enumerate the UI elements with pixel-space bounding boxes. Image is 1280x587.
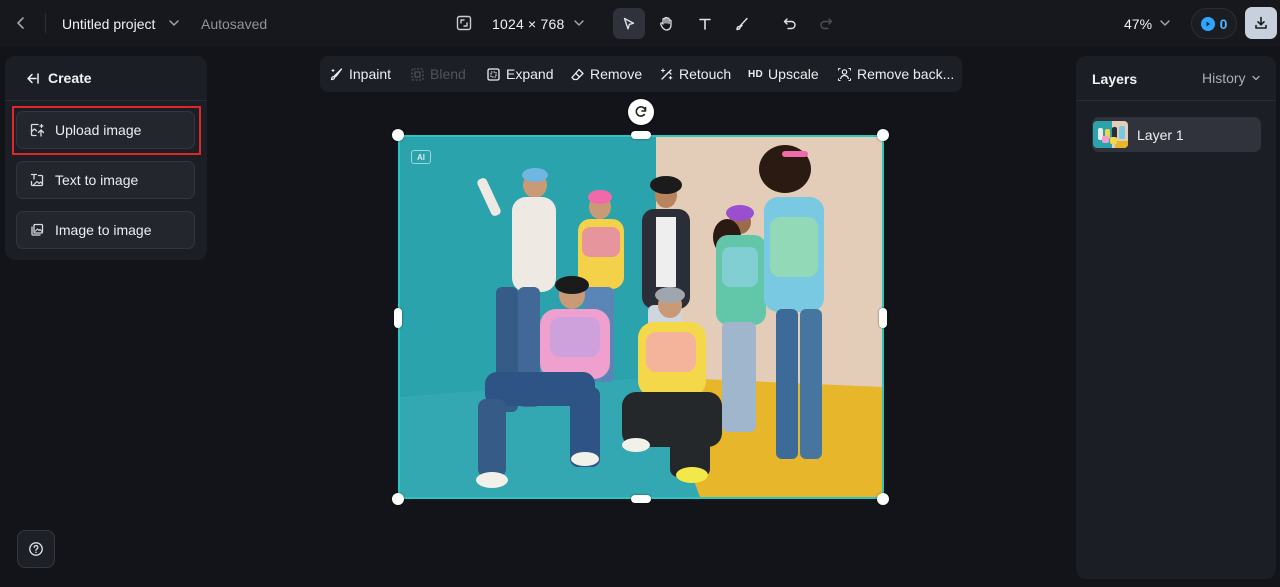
upload-image-button[interactable]: Upload image bbox=[16, 111, 195, 149]
help-button[interactable] bbox=[17, 530, 55, 568]
rotate-icon bbox=[635, 106, 647, 117]
image-to-image-button[interactable]: Image to image bbox=[16, 211, 195, 249]
remove-label: Remove bbox=[590, 66, 643, 82]
blend-button[interactable]: Blend bbox=[410, 56, 466, 92]
pointer-icon bbox=[623, 17, 635, 29]
chevron-down-icon[interactable] bbox=[1157, 15, 1173, 31]
credits-button[interactable]: 0 bbox=[1191, 8, 1237, 39]
resize-handle-bottom-left[interactable] bbox=[392, 493, 404, 505]
select-tool-button[interactable] bbox=[613, 8, 645, 39]
credits-count: 0 bbox=[1219, 15, 1228, 32]
create-header[interactable]: Create bbox=[25, 70, 92, 86]
image-to-image-label: Image to image bbox=[55, 222, 152, 238]
inpaint-label: Inpaint bbox=[349, 66, 392, 82]
remove-button[interactable]: Remove bbox=[570, 56, 642, 92]
resize-handle-bottom-right[interactable] bbox=[877, 493, 889, 505]
credit-icon bbox=[1200, 16, 1215, 31]
retouch-label: Retouch bbox=[679, 66, 732, 82]
hand-icon bbox=[659, 16, 672, 31]
text-tool-button[interactable] bbox=[689, 8, 721, 39]
blend-label: Blend bbox=[430, 66, 466, 82]
brush-tool-button[interactable] bbox=[726, 8, 758, 39]
layer-thumbnail bbox=[1093, 121, 1128, 148]
expand-icon bbox=[487, 67, 500, 81]
chevron-down-icon[interactable] bbox=[571, 15, 587, 31]
text-to-image-label: Text to image bbox=[55, 172, 139, 188]
top-bar: Untitled project Autosaved 1024 × 768 47… bbox=[0, 0, 1280, 47]
download-icon bbox=[1255, 16, 1267, 29]
resize-handle-top[interactable] bbox=[631, 131, 651, 139]
chevron-left-icon bbox=[17, 17, 24, 29]
ai-badge: AI bbox=[411, 150, 431, 164]
resize-handle-top-left[interactable] bbox=[392, 129, 404, 141]
hand-tool-button[interactable] bbox=[650, 8, 682, 39]
back-button[interactable] bbox=[8, 10, 34, 36]
autosave-status: Autosaved bbox=[201, 15, 268, 32]
expand-button[interactable]: Expand bbox=[486, 56, 553, 92]
image-to-image-icon bbox=[29, 222, 45, 238]
remove-background-button[interactable]: Remove back... bbox=[837, 56, 954, 92]
arrow-left-icon bbox=[27, 72, 39, 84]
redo-icon bbox=[820, 17, 833, 29]
resize-handle-left[interactable] bbox=[394, 308, 402, 328]
history-tab[interactable]: History bbox=[1202, 70, 1262, 86]
create-panel: Create Upload image Text to image Image … bbox=[5, 56, 207, 260]
redo-button[interactable] bbox=[810, 8, 842, 39]
photo-group-of-people bbox=[400, 137, 882, 497]
upscale-button[interactable]: HD Upscale bbox=[748, 56, 819, 92]
inpaint-icon bbox=[330, 67, 343, 80]
layer-item[interactable]: Layer 1 bbox=[1092, 117, 1261, 152]
help-icon bbox=[29, 542, 43, 556]
create-title: Create bbox=[48, 70, 92, 86]
layers-tab[interactable]: Layers bbox=[1092, 71, 1137, 87]
history-label: History bbox=[1202, 70, 1246, 86]
chevron-down-icon bbox=[1251, 75, 1260, 81]
remove-background-label: Remove back... bbox=[857, 66, 955, 82]
upscale-label: Upscale bbox=[768, 66, 819, 82]
divider bbox=[5, 100, 207, 101]
resize-handle-right[interactable] bbox=[879, 308, 887, 328]
hd-icon: HD bbox=[748, 68, 764, 80]
rotate-handle[interactable] bbox=[628, 99, 654, 125]
retouch-button[interactable]: Retouch bbox=[659, 56, 731, 92]
text-to-image-button[interactable]: Text to image bbox=[16, 161, 195, 199]
layer-name: Layer 1 bbox=[1137, 126, 1184, 143]
remove-background-icon bbox=[837, 67, 852, 81]
chevron-down-icon[interactable] bbox=[166, 15, 182, 31]
expand-label: Expand bbox=[506, 66, 554, 82]
canvas-image[interactable]: AI bbox=[398, 135, 884, 499]
divider bbox=[45, 13, 46, 33]
resize-icon[interactable] bbox=[455, 14, 473, 32]
brush-icon bbox=[736, 17, 748, 30]
text-to-image-icon bbox=[29, 172, 45, 188]
project-title[interactable]: Untitled project bbox=[62, 0, 155, 47]
divider bbox=[1076, 100, 1276, 101]
upload-image-icon bbox=[29, 122, 45, 138]
text-icon bbox=[699, 18, 711, 30]
undo-icon bbox=[783, 17, 796, 29]
download-button[interactable] bbox=[1245, 7, 1277, 39]
layers-panel: Layers History Layer 1 bbox=[1076, 56, 1276, 579]
canvas-size-dropdown[interactable]: 1024 × 768 bbox=[492, 0, 564, 47]
inpaint-button[interactable]: Inpaint bbox=[329, 56, 391, 92]
undo-button[interactable] bbox=[774, 8, 806, 39]
blend-icon bbox=[411, 67, 424, 81]
zoom-level[interactable]: 47% bbox=[1124, 0, 1152, 47]
edit-toolbar: Inpaint Blend Expand Remove Retouch HD U… bbox=[320, 56, 962, 92]
retouch-icon bbox=[660, 67, 673, 80]
resize-handle-top-right[interactable] bbox=[877, 129, 889, 141]
upload-image-label: Upload image bbox=[55, 122, 142, 138]
resize-handle-bottom[interactable] bbox=[631, 495, 651, 503]
eraser-icon bbox=[571, 68, 584, 80]
